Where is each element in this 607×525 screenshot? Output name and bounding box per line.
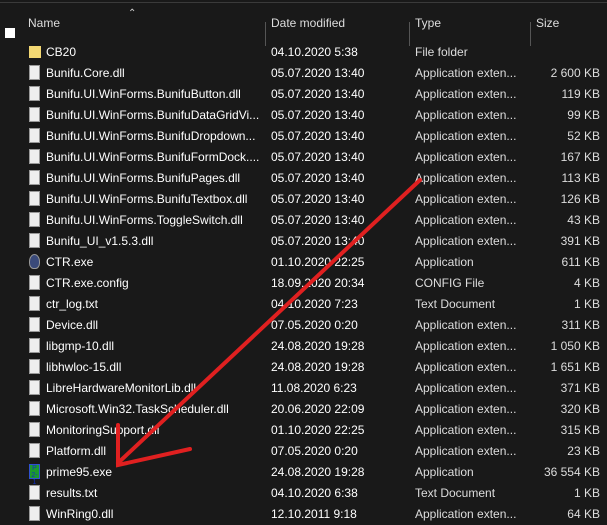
red-arrow-annotation xyxy=(116,178,422,468)
arrow-shaft xyxy=(116,178,422,465)
